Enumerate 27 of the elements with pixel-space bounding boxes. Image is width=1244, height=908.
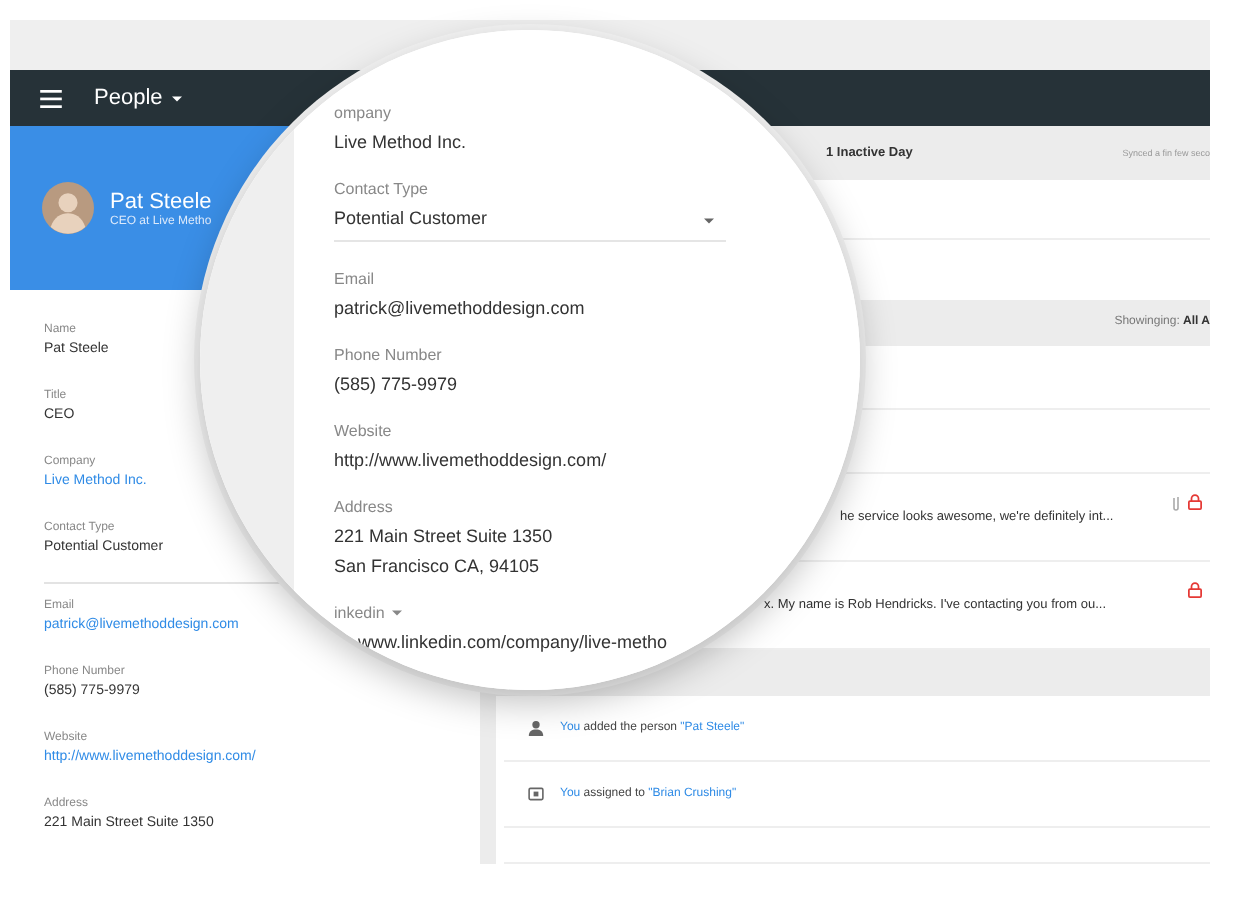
id-card-icon	[528, 786, 544, 803]
field-label: inkedin	[334, 604, 726, 622]
dropdown-caret-icon[interactable]	[704, 218, 714, 224]
field-label: Contact Type	[334, 180, 430, 198]
field-value[interactable]: Potential Customer	[334, 208, 726, 228]
field-link[interactable]: www.linkedin.com/company/live-metho	[358, 632, 668, 652]
lock-icon	[1188, 581, 1202, 598]
field-value: (585) 775-9979	[334, 374, 458, 394]
profile-name: Pat Steele	[110, 189, 212, 213]
field-link[interactable]: Live Method Inc.	[334, 132, 467, 152]
field-label: Address	[334, 498, 395, 516]
person-icon	[528, 720, 544, 737]
menu-icon[interactable]	[40, 89, 62, 107]
field-link[interactable]: patrick@livemethoddesign.com	[334, 298, 585, 318]
field-label: ompany	[334, 104, 393, 122]
caret-icon	[392, 610, 403, 616]
field-label: Email	[334, 270, 377, 288]
field-link[interactable]: http://www.livemethoddesign.com/	[334, 450, 607, 470]
caret-icon	[172, 95, 183, 101]
field-value: 221 Main Street Suite 1350	[334, 526, 553, 546]
avatar-icon	[42, 182, 94, 234]
field-value: San Francisco CA, 94105	[334, 556, 540, 576]
lock-icon	[1188, 494, 1202, 511]
field-label: Phone Number	[334, 346, 444, 364]
paperclip-icon	[1172, 494, 1180, 513]
field-label: Website	[334, 422, 394, 440]
section-dropdown[interactable]: People	[94, 86, 183, 110]
